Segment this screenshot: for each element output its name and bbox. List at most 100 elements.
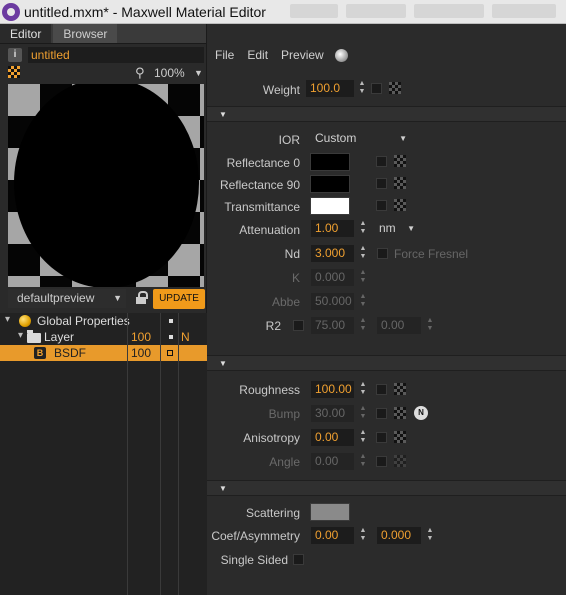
left-panel: Editor Browser i untitled ⚲ 100% ▼ defau… — [0, 24, 207, 595]
angle-map-checkbox[interactable] — [376, 456, 387, 467]
tree-row-layer[interactable]: ▾ Layer 100 N — [0, 329, 207, 345]
force-fresnel-checkbox[interactable] — [377, 248, 388, 259]
reflectance90-swatch[interactable] — [310, 175, 350, 193]
bsdf-weight[interactable]: 100 — [131, 346, 151, 360]
global-properties-icon — [19, 315, 31, 327]
roughness-input[interactable]: 100.00 — [311, 381, 354, 398]
reflectance90-map-checkbox[interactable] — [376, 178, 387, 189]
angle-input[interactable]: 0.00 — [311, 453, 354, 470]
bump-texture-icon[interactable] — [394, 407, 406, 419]
menu-file[interactable]: File — [215, 48, 234, 62]
visibility-dot[interactable] — [169, 335, 173, 339]
r2-stepper-1[interactable]: ▲ ▼ — [359, 317, 367, 334]
info-icon[interactable]: i — [8, 48, 22, 62]
checker-background-icon[interactable] — [8, 66, 20, 78]
section-bsdf-collapse[interactable]: ▼ — [207, 106, 566, 122]
attenuation-stepper[interactable]: ▲ ▼ — [359, 220, 367, 237]
tab-editor[interactable]: Editor — [0, 24, 52, 43]
bsdf-icon: B — [34, 347, 46, 359]
weight-input[interactable]: 100.0 — [306, 80, 354, 97]
anisotropy-stepper[interactable]: ▲ ▼ — [359, 429, 367, 446]
nd-label: Nd — [284, 247, 300, 261]
collapse-icon[interactable]: ▾ — [18, 330, 23, 341]
tab-browser[interactable]: Browser — [53, 24, 118, 43]
r2-checkbox[interactable] — [293, 320, 304, 331]
transmittance-swatch[interactable] — [310, 197, 350, 215]
column-divider — [127, 313, 128, 595]
coef-input[interactable]: 0.00 — [311, 527, 354, 544]
r2-stepper-2[interactable]: ▲ ▼ — [426, 317, 434, 334]
zoom-level[interactable]: 100% — [154, 66, 185, 80]
nd-input[interactable]: 3.000 — [311, 245, 354, 262]
weight-label: Weight — [262, 83, 300, 97]
scattering-swatch[interactable] — [310, 503, 350, 521]
menu-preview[interactable]: Preview — [281, 48, 324, 62]
anisotropy-input[interactable]: 0.00 — [311, 429, 354, 446]
scattering-label: Scattering — [245, 506, 300, 520]
menu-bar: File Edit Preview — [215, 48, 324, 62]
section-scattering-collapse[interactable]: ▼ — [207, 480, 566, 496]
reflectance0-map-checkbox[interactable] — [376, 156, 387, 167]
weight-texture-icon[interactable] — [389, 82, 401, 94]
reflectance90-texture-icon[interactable] — [394, 177, 406, 189]
section-roughness-collapse[interactable]: ▼ — [207, 355, 566, 371]
transmittance-texture-icon[interactable] — [394, 199, 406, 211]
layer-weight[interactable]: 100 — [131, 330, 151, 344]
layer-tree: ▾ Global Properties ▾ Layer 100 N B BSDF… — [0, 313, 207, 595]
anisotropy-texture-icon[interactable] — [394, 431, 406, 443]
roughness-texture-icon[interactable] — [394, 383, 406, 395]
anisotropy-label: Anisotropy — [243, 431, 300, 445]
r2-input-2[interactable]: 0.00 — [377, 317, 421, 334]
weight-map-checkbox[interactable] — [371, 83, 382, 94]
reflectance0-swatch[interactable] — [310, 153, 350, 171]
preview-sphere — [14, 84, 199, 287]
roughness-label: Roughness — [239, 383, 300, 397]
single-sided-checkbox[interactable] — [293, 554, 304, 565]
panel-tabs: Editor Browser — [0, 24, 206, 44]
lock-icon[interactable] — [136, 291, 148, 305]
abbe-stepper[interactable]: ▲ ▼ — [359, 293, 367, 310]
k-input[interactable]: 0.000 — [311, 269, 354, 286]
abbe-input[interactable]: 50.000 — [311, 293, 354, 310]
preview-preset-select[interactable]: defaultpreview ▼ — [8, 289, 126, 308]
r2-input-1[interactable]: 75.00 — [311, 317, 354, 334]
bump-input[interactable]: 30.00 — [311, 405, 354, 422]
ior-select[interactable]: Custom ▼ — [311, 130, 411, 147]
update-button[interactable]: UPDATE — [153, 289, 205, 309]
transmittance-map-checkbox[interactable] — [376, 200, 387, 211]
bump-map-checkbox[interactable] — [376, 408, 387, 419]
attenuation-unit-select[interactable]: nm ▼ — [375, 220, 419, 237]
chevron-down-icon[interactable]: ▼ — [194, 68, 203, 78]
tree-label: BSDF — [54, 346, 87, 360]
bsdf-toggle[interactable] — [167, 350, 173, 356]
collapse-icon[interactable]: ▾ — [5, 314, 10, 325]
roughness-stepper[interactable]: ▲ ▼ — [359, 381, 367, 398]
reflectance0-texture-icon[interactable] — [394, 155, 406, 167]
tree-row-global-properties[interactable]: ▾ Global Properties — [0, 313, 207, 329]
roughness-map-checkbox[interactable] — [376, 384, 387, 395]
attenuation-unit: nm — [379, 221, 396, 235]
normal-map-badge-icon[interactable]: N — [414, 406, 428, 420]
coef-stepper[interactable]: ▲ ▼ — [359, 527, 367, 544]
angle-texture-icon[interactable] — [394, 455, 406, 467]
tree-row-bsdf[interactable]: B BSDF 100 — [0, 345, 207, 361]
material-preview[interactable] — [8, 84, 204, 287]
k-stepper[interactable]: ▲ ▼ — [359, 269, 367, 286]
weight-stepper[interactable]: ▲ ▼ — [358, 80, 366, 97]
k-label: K — [291, 271, 300, 285]
bump-stepper[interactable]: ▲ ▼ — [359, 405, 367, 422]
render-globe-icon[interactable] — [335, 49, 348, 62]
chevron-down-icon: ▼ — [399, 134, 407, 143]
abbe-label: Abbe — [271, 295, 300, 309]
asymmetry-stepper[interactable]: ▲ ▼ — [426, 527, 434, 544]
anisotropy-map-checkbox[interactable] — [376, 432, 387, 443]
attenuation-input[interactable]: 1.00 — [311, 220, 354, 237]
asymmetry-input[interactable]: 0.000 — [377, 527, 421, 544]
search-icon[interactable]: ⚲ — [135, 66, 149, 80]
material-name-field[interactable]: untitled — [28, 47, 204, 63]
menu-edit[interactable]: Edit — [247, 48, 268, 62]
visibility-dot[interactable] — [169, 319, 173, 323]
properties-panel: File Edit Preview Weight 100.0 ▲ ▼ ▼ IOR … — [207, 24, 566, 595]
nd-stepper[interactable]: ▲ ▼ — [359, 245, 367, 262]
angle-stepper[interactable]: ▲ ▼ — [359, 453, 367, 470]
